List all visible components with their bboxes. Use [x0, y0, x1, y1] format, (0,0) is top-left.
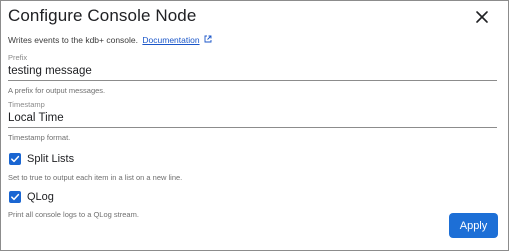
description-text: Writes events to the kdb+ console. [8, 35, 139, 45]
external-link-icon [204, 35, 212, 43]
prefix-label: Prefix [8, 53, 28, 62]
apply-button[interactable]: Apply [449, 213, 498, 238]
dialog-description: Writes events to the kdb+ console. Docum… [8, 35, 212, 45]
configure-console-node-dialog: Configure Console Node Writes events to … [0, 0, 509, 251]
checkmark-icon [11, 193, 20, 201]
split-lists-label: Split Lists [27, 153, 75, 165]
prefix-underline [8, 80, 497, 81]
split-lists-hint: Set to true to output each item in a lis… [8, 173, 183, 182]
split-lists-checkbox[interactable] [9, 153, 21, 165]
timestamp-select[interactable] [8, 110, 496, 126]
prefix-hint: A prefix for output messages. [8, 86, 106, 95]
qlog-checkbox[interactable] [9, 191, 21, 203]
timestamp-underline [8, 127, 497, 128]
timestamp-hint: Timestamp format. [8, 133, 71, 142]
prefix-input[interactable] [8, 63, 496, 79]
dialog-title: Configure Console Node [8, 6, 197, 25]
qlog-hint: Print all console logs to a QLog stream. [8, 210, 139, 219]
qlog-label: QLog [27, 191, 54, 203]
timestamp-label: Timestamp [8, 100, 45, 109]
checkmark-icon [11, 155, 20, 163]
close-button[interactable] [472, 7, 492, 27]
close-icon [476, 11, 488, 23]
documentation-link[interactable]: Documentation [142, 35, 199, 45]
